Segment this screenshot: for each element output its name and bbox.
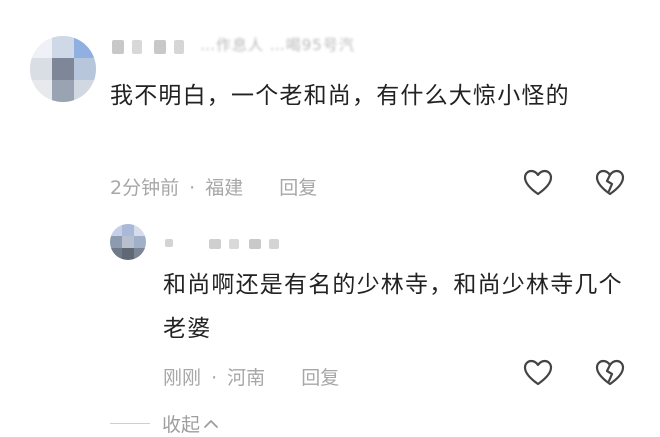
comment-text: 我不明白，一个老和尚，有什么大惊小怪的 (110, 83, 570, 109)
avatar[interactable] (110, 224, 146, 260)
reply-button[interactable]: 回复 (301, 363, 339, 390)
username-redaction (112, 40, 202, 54)
dislike-button[interactable] (594, 357, 626, 389)
comment-text: 和尚啊还是有名的少林寺，和尚少林寺几个老婆 (163, 272, 623, 342)
divider (110, 423, 150, 424)
meta-separator: · (211, 367, 218, 389)
timestamp: 刚刚 (163, 367, 202, 389)
like-button[interactable] (522, 357, 554, 389)
collapse-replies-button[interactable]: 收起 (110, 410, 220, 437)
username-redaction (165, 239, 285, 253)
location: 福建 (205, 177, 244, 199)
comment-meta: 2分钟前 · 福建 回复 (110, 173, 317, 200)
collapse-label: 收起 (162, 414, 201, 436)
chevron-up-icon (204, 419, 218, 428)
location: 河南 (227, 367, 266, 389)
heart-icon (523, 169, 553, 196)
meta-separator: · (189, 177, 196, 199)
dislike-button[interactable] (594, 167, 626, 199)
comment-meta: 刚刚 · 河南 回复 (163, 363, 339, 390)
heart-icon (523, 359, 553, 386)
timestamp: 2分钟前 (110, 177, 180, 199)
avatar[interactable] (30, 36, 96, 102)
like-button[interactable] (522, 167, 554, 199)
broken-heart-icon (595, 169, 625, 196)
reply-comment: 和尚啊还是有名的少林寺，和尚少林寺几个老婆 刚刚 · 河南 回复 (0, 215, 660, 400)
reply-button[interactable]: 回复 (279, 173, 317, 200)
comment: …作息人 …喝95号汽 我不明白，一个老和尚，有什么大惊小怪的 2分钟前 · 福… (0, 0, 660, 215)
username[interactable]: …作息人 …喝95号汽 (200, 34, 355, 55)
broken-heart-icon (595, 359, 625, 386)
